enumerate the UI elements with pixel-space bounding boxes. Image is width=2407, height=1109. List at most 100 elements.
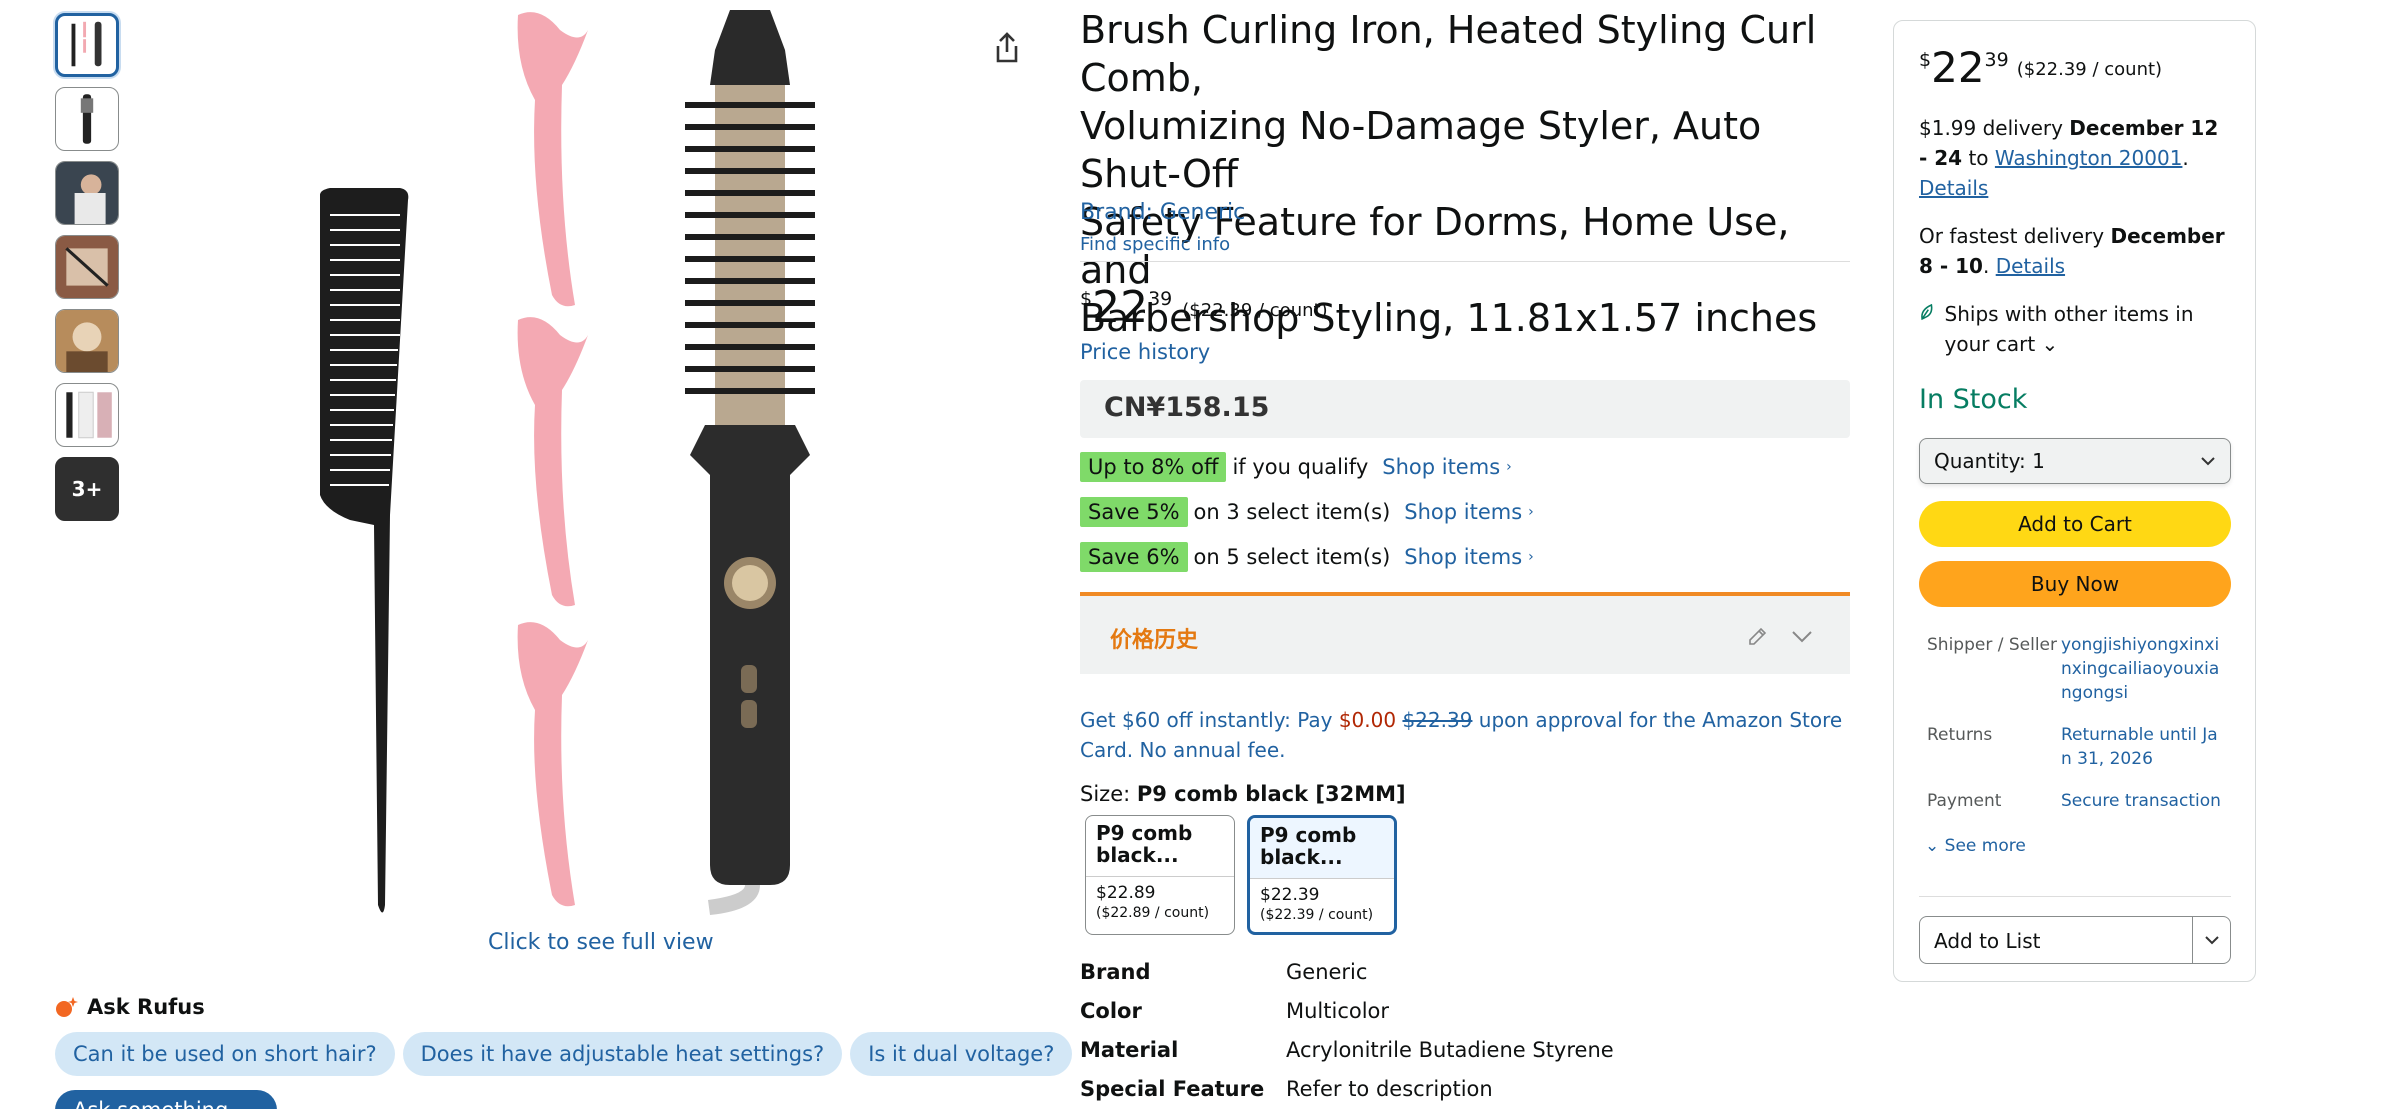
fastest-delivery: Or fastest delivery December 8 - 10. Det… xyxy=(1919,224,2225,278)
leaf-icon xyxy=(1921,303,1933,321)
price-fraction: 39 xyxy=(1148,288,1173,310)
price-per-unit: ($22.39 / count) xyxy=(2016,59,2163,80)
attribute-key: Special Feature xyxy=(1080,1077,1265,1101)
fastest-delivery-prefix: Or fastest delivery xyxy=(1919,224,2111,248)
more-images-label: 3+ xyxy=(71,477,103,501)
size-label: Size: P9 comb black [32MM] xyxy=(1080,782,1850,806)
full-view-link[interactable]: Click to see full view xyxy=(488,930,714,955)
price-whole: 22 xyxy=(1931,43,1985,92)
quantity-value: 1 xyxy=(2032,449,2045,473)
edit-icon[interactable] xyxy=(1746,624,1770,648)
promo-badge: Up to 8% off xyxy=(1080,452,1227,482)
size-option-price: $22.39 ($22.39 / count) xyxy=(1250,878,1394,931)
price-history-link[interactable]: Price history xyxy=(1080,340,1850,364)
fastest-details-link[interactable]: Details xyxy=(1996,254,2065,278)
size-selected: P9 comb black [32MM] xyxy=(1136,782,1406,806)
price-currency: $ xyxy=(1080,288,1093,310)
promo-badge: Save 6% xyxy=(1080,542,1188,572)
divider xyxy=(1919,896,2231,897)
price-history-cn-label: 价格历史 xyxy=(1110,628,1199,653)
main-product-image[interactable] xyxy=(290,5,900,925)
brand-link[interactable]: Brand: Generic xyxy=(1080,200,1850,225)
delivery-to: to xyxy=(1962,146,1995,170)
returns-link[interactable]: Returnable until Jan 31, 2026 xyxy=(2061,723,2221,771)
share-icon[interactable] xyxy=(989,30,1025,66)
chevron-down-icon[interactable] xyxy=(1790,626,1814,646)
seller-link[interactable]: yongjishiyongxinxinxingcailiaoyouxiangon… xyxy=(2061,633,2221,705)
rufus-question-chip[interactable]: Does it have adjustable heat settings? xyxy=(402,1032,843,1076)
attribute-row: Material Acrylonitrile Butadiene Styrene xyxy=(1080,1038,1850,1062)
meta-key: Shipper / Seller xyxy=(1927,635,2057,655)
promo-text: on 3 select item(s) xyxy=(1193,500,1391,524)
location-link[interactable]: Washington 20001 xyxy=(1995,146,2183,170)
quantity-select[interactable]: Quantity: 1 xyxy=(1919,438,2231,484)
card-offer-was: $22.39 xyxy=(1402,708,1473,732)
curling-brush-image xyxy=(685,10,815,915)
ships-with-text: Ships with other items in your cart xyxy=(1944,302,2194,356)
thumbnail-strip: 3+ xyxy=(55,13,119,531)
thumbnail-4[interactable] xyxy=(55,235,119,299)
returns-row: Returns Returnable until Jan 31, 2026 xyxy=(1919,723,2231,771)
price-per-unit: ($22.39 / count) xyxy=(1182,300,1328,321)
delivery-details-link[interactable]: Details xyxy=(1919,176,1988,200)
price-history-panel[interactable]: 价格历史 xyxy=(1080,592,1850,674)
hair-clips-image xyxy=(517,12,588,907)
cny-price: CN¥158.15 xyxy=(1104,392,1270,423)
add-to-cart-button[interactable]: Add to Cart xyxy=(1919,501,2231,547)
divider xyxy=(1080,261,1850,262)
shop-items-link[interactable]: Shop items xyxy=(1404,545,1522,569)
thumbnail-3[interactable] xyxy=(55,161,119,225)
thumbnail-6[interactable] xyxy=(55,383,119,447)
stock-status: In Stock xyxy=(1919,384,2028,415)
find-specific-info-link[interactable]: Find specific info xyxy=(1080,234,1850,255)
see-more-link[interactable]: ⌄ See more xyxy=(1919,836,2231,856)
attribute-row: Brand Generic xyxy=(1080,960,1850,984)
add-to-list-dropdown[interactable] xyxy=(2192,917,2230,963)
ask-something-else-button[interactable]: Ask something else xyxy=(55,1090,277,1109)
buy-now-button[interactable]: Buy Now xyxy=(1919,561,2231,607)
attribute-key: Brand xyxy=(1080,960,1151,984)
add-to-list-label: Add to List xyxy=(1934,929,2041,953)
ships-with-info[interactable]: Ships with other items in your cart ⌄ xyxy=(1919,299,2231,359)
card-offer-pay: $0.00 xyxy=(1338,708,1397,732)
shop-items-link[interactable]: Shop items xyxy=(1404,500,1522,524)
attribute-value: Multicolor xyxy=(1286,999,1390,1023)
chevron-down-icon xyxy=(2204,936,2219,945)
add-to-list-button[interactable]: Add to List xyxy=(1919,916,2231,964)
title-line: Volumizing No-Damage Styler, Auto Shut-O… xyxy=(1080,104,1762,196)
attribute-key: Color xyxy=(1080,999,1142,1023)
size-option-name: P9 comb black... xyxy=(1250,818,1394,878)
size-option-price: $22.89 ($22.89 / count) xyxy=(1086,876,1234,929)
size-option[interactable]: P9 comb black... $22.89 ($22.89 / count) xyxy=(1085,815,1235,935)
promo-badge: Save 5% xyxy=(1080,497,1188,527)
promo-row: Save 6% on 5 select item(s) Shop items › xyxy=(1080,542,1850,572)
chevron-down-icon: ⌄ xyxy=(2041,332,2059,356)
price-block: $ 22 39 ($22.39 / count) xyxy=(1080,282,1850,334)
thumbnail-5[interactable] xyxy=(55,309,119,373)
chevron-right-icon: › xyxy=(1528,549,1534,565)
attribute-row: Color Multicolor xyxy=(1080,999,1850,1023)
rufus-questions: Can it be used on short hair? Does it ha… xyxy=(55,1032,1073,1076)
rufus-question-chip[interactable]: Is it dual voltage? xyxy=(850,1032,1073,1076)
chevron-right-icon: › xyxy=(1506,459,1512,475)
rufus-question-chip[interactable]: Can it be used on short hair? xyxy=(55,1032,395,1076)
shop-items-link[interactable]: Shop items xyxy=(1382,455,1500,479)
size-option-selected[interactable]: P9 comb black... $22.39 ($22.39 / count) xyxy=(1247,815,1397,935)
size-price: $22.39 xyxy=(1260,885,1320,905)
attribute-key: Material xyxy=(1080,1038,1179,1062)
chevron-right-icon: › xyxy=(1528,504,1534,520)
rufus-title: Ask Rufus xyxy=(87,995,205,1019)
card-offer-text: Get $60 off instantly: Pay xyxy=(1080,708,1339,732)
store-card-offer[interactable]: Get $60 off instantly: Pay $0.00 $22.39 … xyxy=(1080,705,1850,765)
payment-row: Payment Secure transaction xyxy=(1919,789,2231,813)
more-images-button[interactable]: 3+ xyxy=(55,457,119,521)
promo-row: Save 5% on 3 select item(s) Shop items › xyxy=(1080,497,1850,527)
payment-link[interactable]: Secure transaction xyxy=(2061,789,2221,813)
quantity-label: Quantity: xyxy=(1934,449,2026,473)
buybox-price: $ 22 39 ($22.39 / count) xyxy=(1919,45,2231,91)
thumbnail-1[interactable] xyxy=(55,13,119,77)
size-option-name: P9 comb black... xyxy=(1096,821,1193,867)
meta-key: Returns xyxy=(1927,725,1993,745)
thumbnail-2[interactable] xyxy=(55,87,119,151)
promo-text: on 5 select item(s) xyxy=(1193,545,1391,569)
